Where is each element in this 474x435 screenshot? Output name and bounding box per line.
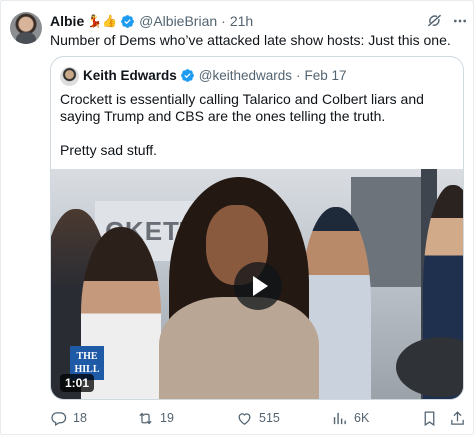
author-name[interactable]: Albie	[50, 13, 84, 29]
repost-icon	[139, 412, 152, 424]
video-player[interactable]: CKETT THE HILL 1:01	[51, 169, 463, 399]
author-avatar[interactable]	[10, 12, 42, 44]
quoted-tweet[interactable]: Keith Edwards @keithedwards · Feb 17 Cro…	[50, 56, 464, 400]
heart-icon	[238, 412, 251, 425]
tweet-time[interactable]: 21h	[230, 13, 253, 29]
author-emoji: 💃👍	[87, 14, 118, 28]
like-button[interactable]: 515	[236, 408, 280, 428]
play-button-icon[interactable]	[234, 262, 282, 310]
verified-badge-icon	[121, 14, 135, 28]
views-count: 6K	[354, 411, 370, 425]
share-button[interactable]	[449, 408, 466, 428]
microphone	[396, 337, 463, 397]
verified-badge-icon	[180, 69, 194, 82]
views-button[interactable]: 6K	[331, 408, 369, 428]
reply-icon	[51, 411, 67, 426]
quoted-paragraph: Crockett is essentially calling Talarico…	[60, 91, 424, 124]
quoted-author-handle[interactable]: @keithedwards	[199, 68, 292, 83]
views-icon	[333, 412, 346, 424]
more-options-icon[interactable]	[452, 13, 468, 29]
tweet-header: Albie 💃👍 @AlbieBrian · 21h	[50, 12, 253, 30]
quoted-paragraph: Pretty sad stuff.	[60, 142, 158, 158]
separator-dot: ·	[221, 13, 226, 29]
video-duration: 1:01	[60, 374, 95, 392]
reply-count: 18	[73, 411, 87, 425]
bookmark-button[interactable]	[421, 408, 438, 428]
speaker-jacket	[159, 297, 319, 399]
grok-icon[interactable]	[426, 12, 443, 29]
separator-dot: ·	[296, 68, 301, 83]
author-handle[interactable]: @AlbieBrian	[139, 13, 217, 29]
reply-button[interactable]: 18	[50, 408, 87, 428]
quoted-tweet-header: Keith Edwards @keithedwards · Feb 17	[83, 68, 347, 83]
repost-count: 19	[160, 411, 174, 425]
share-icon	[451, 410, 464, 425]
action-bar: 18 19 515 6K	[50, 408, 470, 428]
like-count: 515	[259, 411, 280, 425]
repost-button[interactable]: 19	[137, 408, 174, 428]
quoted-tweet-time[interactable]: Feb 17	[305, 68, 347, 83]
quoted-tweet-text: Crockett is essentially calling Talarico…	[60, 91, 456, 159]
logo-line: THE	[76, 351, 98, 362]
quoted-author-name[interactable]: Keith Edwards	[83, 68, 177, 83]
bookmark-icon	[424, 410, 435, 426]
quoted-author-avatar[interactable]	[60, 67, 79, 86]
tweet-text: Number of Dems who’ve attacked late show…	[50, 32, 451, 48]
tweet-card[interactable]: Albie 💃👍 @AlbieBrian · 21h Number of Dem…	[0, 0, 474, 435]
